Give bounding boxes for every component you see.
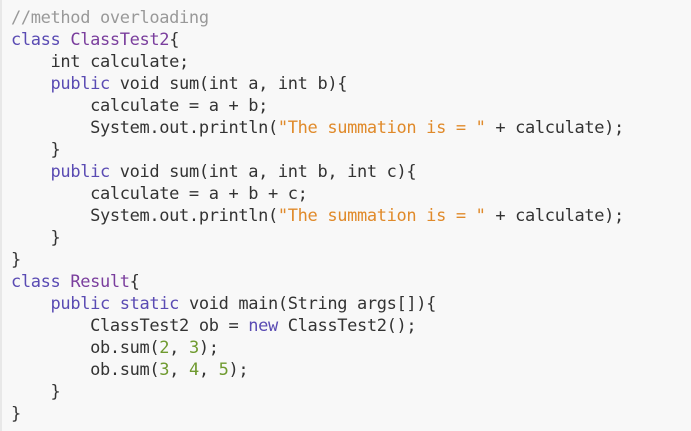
code-line: //method overloading [11,7,691,29]
code-text: ); [228,360,249,380]
code-line: ob.sum(3, 4, 5); [11,359,691,381]
code-class-name: Result [70,272,130,292]
code-keyword: class [11,272,61,292]
code-text: } [11,140,61,160]
code-text: , [198,360,219,380]
code-text: calculate = a + b; [11,96,269,116]
code-text: void sum(int a, int b){ [109,74,348,94]
code-text: ); [198,338,219,358]
code-text: System.out.println( [11,118,278,138]
code-text: } [11,250,21,270]
code-lines: //method overloading class ClassTest2{ in… [11,7,691,425]
code-line: class ClassTest2{ [11,29,691,51]
code-line: } [11,403,691,425]
code-text: } [11,382,61,402]
code-line: ClassTest2 ob = new ClassTest2(); [11,315,691,337]
code-keyword: public [50,74,111,94]
code-line: public void sum(int a, int b){ [11,73,691,95]
code-keyword: class [11,30,61,50]
code-text: int calculate; [11,52,190,72]
code-class-name: ClassTest2 [70,30,170,50]
code-keyword: public [50,162,111,182]
code-text: calculate = a + b + c; [11,184,308,204]
code-number: 5 [218,360,229,380]
code-text: { [169,30,180,50]
code-text: } [11,228,61,248]
gutter-divider [0,0,2,431]
code-text: , [169,338,189,358]
code-keyword: new [248,316,278,336]
code-text: System.out.println( [11,206,278,226]
code-number: 3 [159,360,170,380]
code-line: System.out.println("The summation is = "… [11,117,691,139]
code-line: int calculate; [11,51,691,73]
code-line: ob.sum(2, 3); [11,337,691,359]
code-text: ob.sum( [11,338,160,358]
code-text: , [169,360,189,380]
code-line: public static void main(String args[]){ [11,293,691,315]
code-text: { [129,272,140,292]
code-line: } [11,249,691,271]
code-comment: //method overloading [11,8,209,28]
code-keyword: static [119,294,180,314]
code-text: void sum(int a, int b, int c){ [109,162,417,182]
code-text: } [11,404,21,424]
code-line: } [11,139,691,161]
code-line: calculate = a + b + c; [11,183,691,205]
code-line: } [11,227,691,249]
code-text: ClassTest2(); [277,316,417,336]
code-text: + calculate); [485,206,624,226]
code-text: ClassTest2 ob = [11,316,249,336]
code-number: 2 [159,338,170,358]
code-string: "The summation is = " [277,206,486,226]
code-line: System.out.println("The summation is = "… [11,205,691,227]
code-text: + calculate); [485,118,624,138]
code-line: } [11,381,691,403]
code-text: ob.sum( [11,360,160,380]
code-line: class Result{ [11,271,691,293]
code-text: void main(String args[]){ [179,294,437,314]
code-number: 3 [188,338,199,358]
code-number: 4 [188,360,199,380]
code-line: calculate = a + b; [11,95,691,117]
code-keyword: public [50,294,111,314]
code-block: //method overloading class ClassTest2{ in… [0,0,691,431]
code-string: "The summation is = " [277,118,486,138]
code-line: public void sum(int a, int b, int c){ [11,161,691,183]
